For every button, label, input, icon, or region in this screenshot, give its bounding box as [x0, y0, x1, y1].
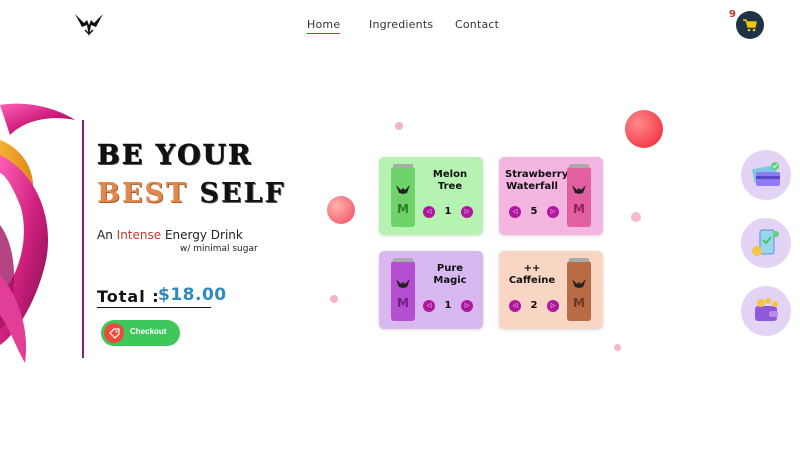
checkout-label: Checkout [130, 327, 167, 336]
product-name: Melon Tree [423, 169, 477, 193]
pink-dot [614, 344, 621, 351]
product-qty: 1 [444, 206, 452, 217]
cart-icon [743, 18, 757, 31]
cart-button[interactable] [736, 11, 764, 39]
svg-text:M: M [397, 296, 409, 310]
decrease-qty-button[interactable]: ◁ [423, 300, 435, 312]
hero-title-line2: BEST SELF [97, 178, 286, 209]
increase-qty-button[interactable]: ▷ [461, 300, 473, 312]
total-label: Total : [97, 287, 160, 306]
nav-home-link[interactable]: Home [307, 18, 341, 34]
mobile-payment-illustration [741, 218, 791, 268]
product-name-line2: Caffeine [508, 275, 556, 286]
product-name-line1: Pure [436, 263, 464, 274]
increase-qty-button[interactable]: ▷ [547, 206, 559, 218]
pink-dot [330, 295, 338, 303]
product-name-line1: ++ [523, 263, 541, 274]
energy-can-icon: M [391, 164, 415, 227]
hero-title-line1: BE YOUR [97, 140, 253, 172]
svg-text:M: M [573, 296, 585, 310]
product-card-caffeine[interactable]: ++ Caffeine M ◁ 2 ▷ [499, 251, 603, 329]
payment-cards-illustration [741, 150, 791, 200]
energy-can-icon: M [567, 258, 591, 321]
hero-divider-line [82, 120, 84, 358]
hero-tagline: An Intense Energy Drink [97, 228, 243, 242]
hero-title-self: SELF [199, 178, 286, 209]
product-name-line2: Waterfall [506, 181, 558, 192]
cart-count-badge: 9 [729, 9, 736, 20]
checkout-button[interactable]: Checkout [101, 320, 180, 346]
tagline-prefix: An [97, 228, 113, 242]
pink-dot [631, 212, 641, 222]
hero-subtagline: w/ minimal sugar [180, 244, 258, 254]
product-card-pure-magic[interactable]: M Pure Magic ◁ 1 ▷ [379, 251, 483, 329]
credit-card-icon [752, 162, 780, 186]
red-ball-large [625, 110, 663, 148]
energy-can-icon: M [567, 164, 591, 227]
pink-dot [395, 122, 403, 130]
energy-can-icon: M [391, 258, 415, 321]
product-name-line1: Strawberry [505, 169, 569, 180]
nav-contact-link[interactable]: Contact [455, 18, 499, 31]
total-underline [97, 307, 211, 308]
increase-qty-button[interactable]: ▷ [547, 300, 559, 312]
svg-text:M: M [573, 202, 585, 216]
total-value: $18.00 [158, 285, 227, 305]
tagline-highlight: Intense [116, 228, 162, 242]
product-name: Pure Magic [423, 263, 477, 287]
increase-qty-button[interactable]: ▷ [461, 206, 473, 218]
decrease-qty-button[interactable]: ◁ [509, 206, 521, 218]
wallet-icon [755, 298, 778, 321]
tag-icon [104, 323, 124, 343]
svg-text:M: M [397, 202, 409, 216]
product-card-strawberry-waterfall[interactable]: Strawberry Waterfall M ◁ 5 ▷ [499, 157, 603, 235]
tagline-suffix: Energy Drink [164, 228, 243, 242]
product-name-line2: Tree [437, 181, 463, 192]
product-qty: 1 [444, 300, 452, 311]
product-name: ++ Caffeine [505, 263, 559, 287]
hero-title-best: BEST [97, 178, 188, 209]
wallet-illustration [741, 286, 791, 336]
nav-ingredients-link[interactable]: Ingredients [369, 18, 433, 31]
decrease-qty-button[interactable]: ◁ [509, 300, 521, 312]
product-card-melon-tree[interactable]: M Melon Tree ◁ 1 ▷ [379, 157, 483, 235]
product-name: Strawberry Waterfall [505, 169, 569, 193]
paint-swirl-decoration [0, 103, 75, 363]
decrease-qty-button[interactable]: ◁ [423, 206, 435, 218]
main-nav: Home Ingredients Contact [0, 18, 800, 38]
product-qty: 2 [530, 300, 538, 311]
red-ball-small [327, 196, 355, 224]
phone-payment-icon [752, 229, 779, 256]
product-qty: 5 [530, 206, 538, 217]
product-name-line1: Melon [432, 169, 468, 180]
product-name-line2: Magic [433, 275, 467, 286]
